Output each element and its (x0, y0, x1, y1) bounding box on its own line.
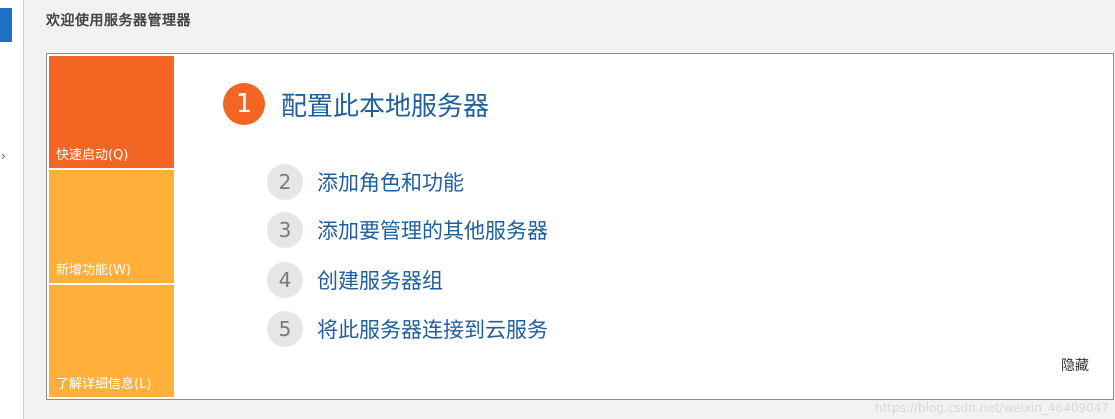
step-number-badge: 2 (267, 164, 303, 200)
step-label[interactable]: 配置此本地服务器 (281, 86, 489, 123)
step-label[interactable]: 添加角色和功能 (317, 167, 464, 197)
page-title: 欢迎使用服务器管理器 (46, 13, 191, 29)
step-connect-cloud[interactable]: 5 将此服务器连接到云服务 (267, 311, 548, 347)
tile-learn-more[interactable]: 了解详细信息(L) (49, 285, 174, 397)
tile-quick-start[interactable]: 快速启动(Q) (49, 56, 174, 168)
expand-arrow-icon[interactable]: › (1, 148, 6, 164)
step-add-roles-features[interactable]: 2 添加角色和功能 (267, 164, 464, 200)
tile-whats-new[interactable]: 新增功能(W) (49, 170, 174, 283)
step-number-badge: 4 (267, 262, 303, 298)
step-number-badge: 3 (267, 212, 303, 248)
step-number-badge: 5 (267, 311, 303, 347)
step-label[interactable]: 添加要管理的其他服务器 (317, 215, 548, 245)
tile-whats-new-label: 新增功能(W) (56, 263, 131, 278)
step-add-other-servers[interactable]: 3 添加要管理的其他服务器 (267, 212, 548, 248)
welcome-panel: 快速启动(Q) 新增功能(W) 了解详细信息(L) 1 配置此本地服务器 2 添… (46, 53, 1114, 400)
watermark-text: https://blog.csdn.net/weixin_46409047 (874, 401, 1109, 415)
hide-link[interactable]: 隐藏 (1061, 355, 1089, 375)
step-number-badge: 1 (223, 83, 265, 125)
tile-quick-start-label: 快速启动(Q) (56, 148, 129, 163)
step-create-server-group[interactable]: 4 创建服务器组 (267, 262, 443, 298)
left-navigation-rail: › (0, 0, 24, 419)
step-label[interactable]: 创建服务器组 (317, 265, 443, 295)
tile-learn-more-label: 了解详细信息(L) (56, 377, 152, 392)
rail-selected-indicator[interactable] (0, 8, 12, 42)
server-manager-window: › 欢迎使用服务器管理器 快速启动(Q) 新增功能(W) 了解详细信息(L) 1… (0, 0, 1115, 419)
step-label[interactable]: 将此服务器连接到云服务 (317, 314, 548, 344)
step-configure-local-server[interactable]: 1 配置此本地服务器 (223, 83, 489, 125)
